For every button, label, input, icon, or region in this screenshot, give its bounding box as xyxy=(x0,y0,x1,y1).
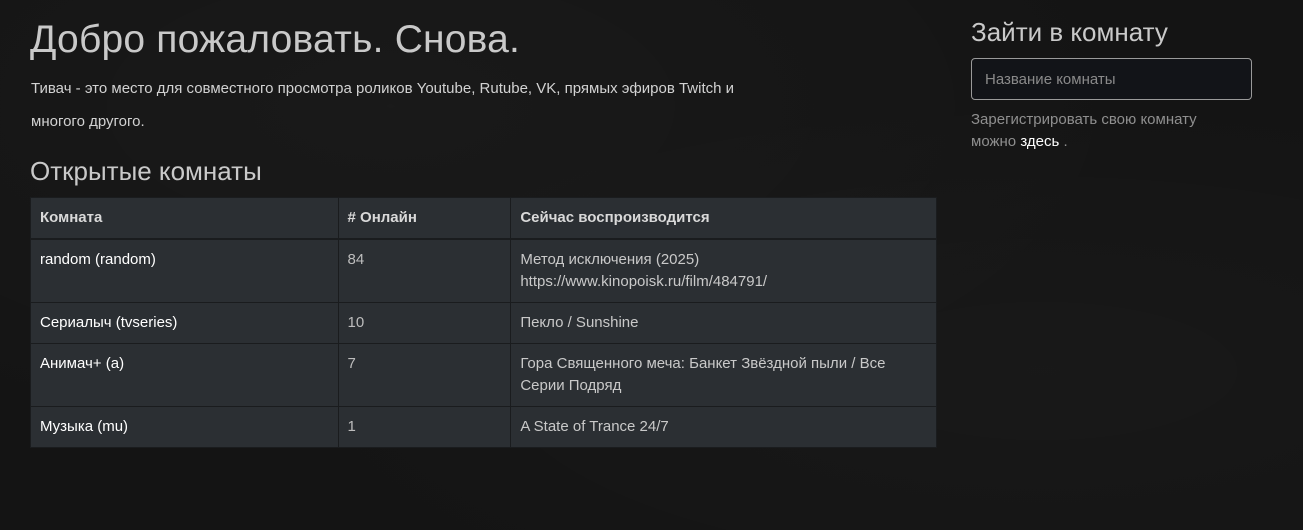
register-link[interactable]: здесь xyxy=(1020,133,1059,150)
column-header-room: Комната xyxy=(30,197,339,240)
now-playing-url: https://www.kinopoisk.ru/film/484791/ xyxy=(520,273,768,290)
now-playing-title: Метод исключения (2025) xyxy=(520,251,700,268)
join-room-panel: Зайти в комнату Зарегистрировать свою ко… xyxy=(971,16,1261,153)
join-room-title: Зайти в комнату xyxy=(971,17,1168,47)
room-name[interactable]: Музыка (mu) xyxy=(30,406,339,448)
open-rooms-title: Открытые комнаты xyxy=(30,156,262,186)
page-title: Добро пожаловать. Снова. xyxy=(30,18,521,61)
room-name-input[interactable] xyxy=(971,58,1252,100)
now-playing: Метод исключения (2025) https://www.kino… xyxy=(510,238,937,303)
register-note: Зарегистрировать свою комнату можно здес… xyxy=(971,109,1221,153)
now-playing: A State of Trance 24/7 xyxy=(510,406,937,448)
table-row[interactable]: Сериалыч (tvseries) 10 Пекло / Sunshine xyxy=(30,302,937,344)
room-name[interactable]: random (random) xyxy=(30,238,339,303)
online-count: 10 xyxy=(337,302,512,344)
online-count: 1 xyxy=(337,406,512,448)
rooms-table: Комната # Онлайн Сейчас воспроизводится … xyxy=(30,197,937,448)
column-header-now-playing: Сейчас воспроизводится xyxy=(510,197,937,240)
now-playing-title: A State of Trance 24/7 xyxy=(520,418,669,435)
now-playing: Пекло / Sunshine xyxy=(510,302,937,344)
column-header-online: # Онлайн xyxy=(337,197,512,240)
table-row[interactable]: random (random) 84 Метод исключения (202… xyxy=(30,238,937,303)
table-row[interactable]: Музыка (mu) 1 A State of Trance 24/7 xyxy=(30,406,937,448)
online-count: 7 xyxy=(337,343,512,407)
now-playing-title: Пекло / Sunshine xyxy=(520,314,639,331)
intro-text: Тивач - это место для совместного просмо… xyxy=(31,80,735,130)
now-playing: Гора Священного меча: Банкет Звёздной пы… xyxy=(510,343,937,407)
register-text: Зарегистрировать свою комнату можно xyxy=(971,111,1197,150)
table-row[interactable]: Анимач+ (a) 7 Гора Священного меча: Банк… xyxy=(30,343,937,407)
main-content: Добро пожаловать. Снова. Тивач - это мес… xyxy=(30,0,938,448)
online-count: 84 xyxy=(337,238,512,303)
table-header-row: Комната # Онлайн Сейчас воспроизводится xyxy=(30,197,937,240)
room-name[interactable]: Сериалыч (tvseries) xyxy=(30,302,339,344)
room-name[interactable]: Анимач+ (a) xyxy=(30,343,339,407)
register-suffix: . xyxy=(1063,133,1068,150)
now-playing-title: Гора Священного меча: Банкет Звёздной пы… xyxy=(520,355,886,394)
